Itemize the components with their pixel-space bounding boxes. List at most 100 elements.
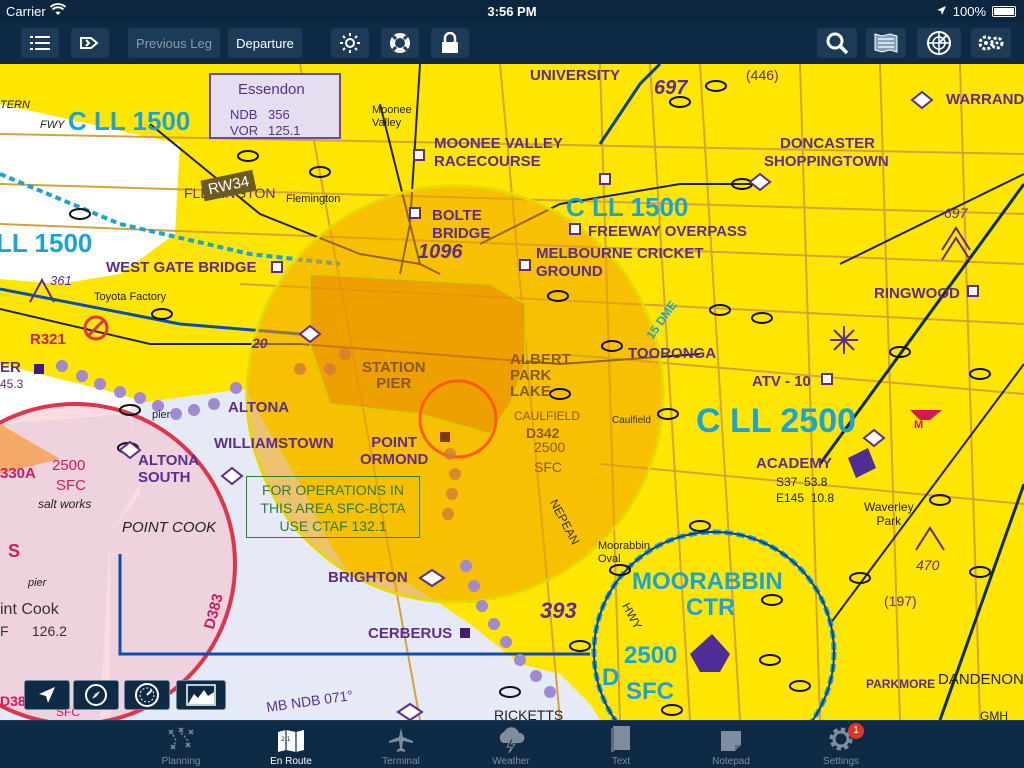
academy-lat: S37 53.8 (776, 475, 828, 489)
vor-freq: 125.1 (268, 123, 301, 138)
gears-icon (978, 35, 1004, 51)
academy-lon: E145 10.8 (776, 491, 835, 505)
compass-icon (85, 684, 107, 706)
list-button[interactable] (21, 28, 59, 58)
settings-badge: 1 (848, 723, 864, 739)
radar-globe-icon (927, 31, 951, 55)
tab-terminal[interactable]: Terminal (346, 721, 456, 768)
doncaster-label: DONCASTER (780, 135, 876, 152)
weather-icon (456, 721, 566, 753)
tab-en-route[interactable]: 2.1 En Route (236, 721, 346, 768)
ctaf-notice-text: FOR OPERATIONS IN THIS AREA SFC-BCTA USE… (260, 482, 406, 534)
williamstown-label: WILLIAMSTOWN (214, 435, 334, 452)
lifebuoy-button[interactable] (381, 28, 419, 58)
tab-text[interactable]: Text (566, 721, 676, 768)
tab-label-en-route: En Route (270, 756, 312, 767)
altona-label: ALTONA (228, 399, 290, 416)
lock-icon (442, 32, 458, 53)
tab-weather[interactable]: Weather (456, 721, 566, 768)
ndb-freq: 356 (268, 107, 290, 122)
book-icon (566, 721, 676, 753)
restricted-330a: 330A (0, 465, 36, 482)
gear-icon (786, 721, 896, 753)
brightness-button[interactable] (331, 28, 369, 58)
tern-label: TERN (0, 99, 30, 111)
terrain-profile-icon (186, 684, 216, 706)
racecourse-label: RACECOURSE (434, 153, 541, 170)
tab-settings[interactable]: Settings 1 (786, 721, 896, 768)
battery-icon (992, 6, 1016, 17)
tab-label-text: Text (611, 756, 631, 767)
parkmore-label: PARKMORE (866, 677, 936, 691)
brighton-label: BRIGHTON (328, 569, 408, 586)
airplane-icon (346, 721, 456, 753)
compass-button[interactable] (73, 680, 119, 710)
class-d-label: D (602, 664, 620, 691)
profile-view-button[interactable] (176, 680, 226, 710)
instruments-button[interactable] (124, 680, 170, 710)
m-marker: M (914, 419, 924, 431)
atv10-label: ATV - 10 (752, 373, 811, 390)
search-button[interactable] (817, 28, 857, 58)
airspace-label-cll1500-ne: C LL 1500 (566, 192, 689, 222)
university-label: UNIVERSITY (530, 67, 621, 84)
point-ormond-label: POINT ORMOND (360, 434, 429, 468)
ricketts-label: RICKETTS (494, 707, 564, 720)
tab-label-settings: Settings (822, 756, 860, 767)
fwy-label: FWY (40, 119, 65, 131)
d342-floor: SFC (534, 459, 562, 475)
gmh-label: GMH (980, 709, 1008, 720)
previous-leg-button[interactable]: Previous Leg (128, 28, 220, 58)
layers-button[interactable] (866, 28, 906, 58)
moonee-valley-small: Moonee Valley (372, 104, 412, 129)
elevation-393: 393 (540, 598, 577, 623)
ndb-label: NDB (230, 107, 258, 122)
elevation-20: 20 (252, 335, 268, 351)
freeway-overpass-label: FREEWAY OVERPASS (588, 223, 747, 240)
tab-planning[interactable]: Planning (126, 721, 236, 768)
status-bar: Carrier 3:56 PM 100% (0, 0, 1024, 22)
s-mark: S (8, 541, 21, 561)
moonee-valley-label: MOONEE VALLEY (434, 135, 563, 152)
elevation-361: 361 (50, 273, 72, 288)
location-arrow-icon (39, 687, 55, 703)
chart-layers-icon (874, 33, 898, 53)
airspace-label-cll2500: C LL 2500 (696, 402, 857, 440)
elevation-470: 470 (916, 557, 940, 573)
pier-small-label-2: pier (28, 577, 47, 589)
radar-button[interactable] (917, 28, 961, 58)
settings-gears-button[interactable] (971, 28, 1011, 58)
salt-works-label: salt works (38, 497, 92, 511)
ground-label: GROUND (536, 263, 603, 280)
tab-label-planning: Planning (161, 756, 201, 767)
moorabbin-label: MOORABBIN (632, 568, 783, 595)
map-view[interactable]: Essendon NDB 356 VOR 125.1 C LL 1500 LL … (0, 64, 1024, 720)
ctr-label: CTR (686, 594, 736, 621)
lock-button[interactable] (431, 28, 469, 58)
albert-park-lake-label: ALBERT PARK LAKE (510, 351, 571, 400)
app: Carrier 3:56 PM 100% Previous Leg Depart… (0, 0, 1024, 768)
tab-notepad[interactable]: Notepad (676, 721, 786, 768)
ctaf-notice-box: FOR OPERATIONS IN THIS AREA SFC-BCTA USE… (246, 476, 420, 538)
gauge-icon (135, 683, 159, 707)
moorabbin-oval-label: Moorabbin Oval (598, 540, 650, 565)
list-icon (30, 36, 50, 50)
class-d-floor: SFC (626, 678, 674, 705)
caulfield-label: CAULFIELD (514, 409, 581, 423)
elevation-697-right: 697 (944, 205, 968, 221)
altona-south-label: ALTONA SOUTH (138, 452, 200, 486)
bolte-label: BOLTE (432, 207, 482, 224)
pier-small-label: pier (152, 409, 171, 421)
airspace-label-cll1500-w: LL 1500 (0, 228, 93, 258)
elevation-697-top: 697 (654, 77, 688, 99)
essendon-label: Essendon (238, 81, 305, 98)
point-cook-airport: int Cook (0, 601, 59, 618)
search-icon (826, 32, 849, 55)
route-arrow-icon (80, 37, 99, 49)
departure-button[interactable]: Departure (228, 28, 302, 58)
route-button[interactable] (71, 28, 109, 58)
track-up-button[interactable] (24, 680, 70, 710)
point-cook-freq: F 126.2 (0, 623, 67, 639)
notepad-icon (676, 721, 786, 753)
freq-453: 45.3 (0, 377, 24, 391)
